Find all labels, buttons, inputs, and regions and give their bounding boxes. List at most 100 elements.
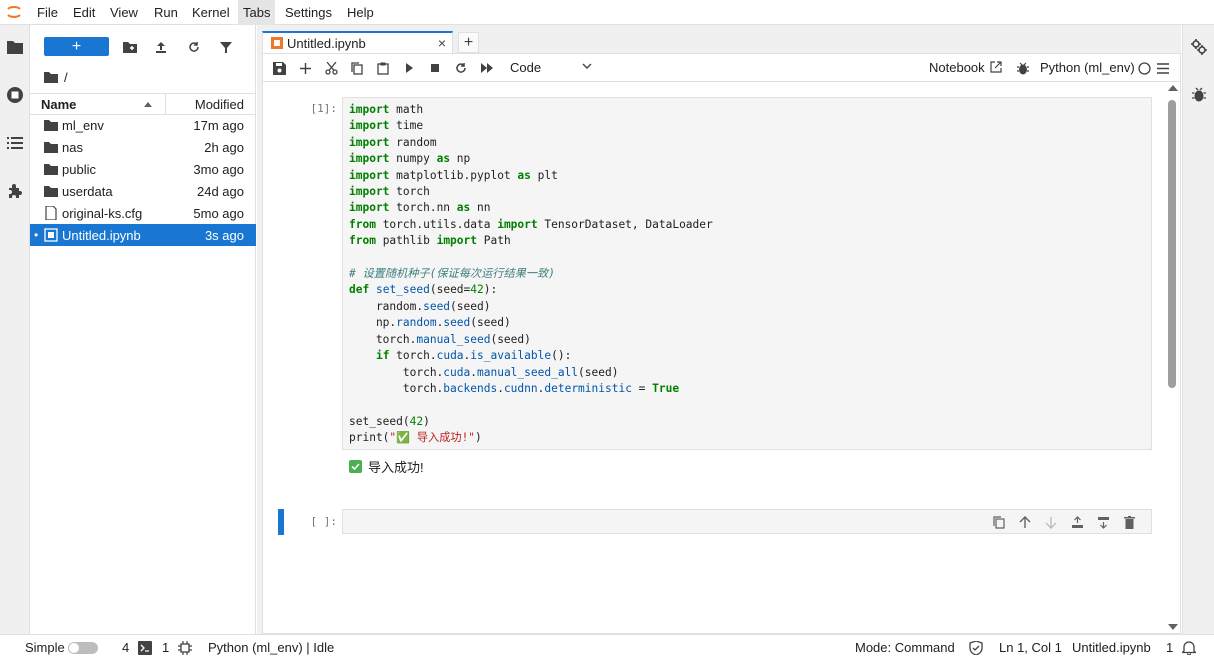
cell-toolbar [991, 514, 1137, 530]
menu-view[interactable]: View [105, 0, 143, 25]
move-down-icon[interactable] [1043, 514, 1059, 530]
menu-kernel[interactable]: Kernel [187, 0, 235, 25]
menu-file[interactable]: File [32, 0, 63, 25]
folder-icon [44, 120, 58, 131]
folder-icon [44, 186, 58, 197]
refresh-icon[interactable] [186, 39, 202, 55]
right-sidebar [1182, 25, 1214, 634]
notebook-icon [44, 228, 58, 242]
menu-edit[interactable]: Edit [68, 0, 100, 25]
paste-icon[interactable] [375, 60, 391, 76]
kernel-chip-icon[interactable] [178, 641, 192, 658]
restart-icon[interactable] [453, 60, 469, 76]
add-cell-icon[interactable] [297, 60, 313, 76]
upload-icon[interactable] [153, 39, 169, 55]
new-folder-icon[interactable] [122, 39, 138, 55]
close-icon[interactable]: × [438, 35, 446, 51]
property-inspector-icon[interactable] [1191, 39, 1207, 58]
file-modified: 17m ago [193, 118, 244, 133]
move-up-icon[interactable] [1017, 514, 1033, 530]
toggle-knob [69, 643, 79, 653]
folder-icon [44, 164, 58, 175]
cut-icon[interactable] [323, 60, 339, 76]
breadcrumb-path[interactable]: / [64, 70, 68, 85]
kernel-status[interactable]: Python (ml_env) | Idle [208, 640, 334, 655]
menu-bar: File Edit View Run Kernel Tabs Settings … [0, 0, 1214, 25]
new-launcher-button[interactable]: + [44, 37, 109, 56]
notebook-toolbar: Code Notebook Python (ml_env) [263, 54, 1180, 82]
run-icon[interactable] [401, 60, 417, 76]
terminal-icon[interactable] [138, 641, 152, 658]
scrollbar-thumb[interactable] [1168, 100, 1176, 388]
simple-mode-label: Simple [25, 640, 65, 655]
column-modified-header[interactable]: Modified [195, 97, 244, 112]
file-row[interactable]: ml_env 17m ago [30, 114, 256, 136]
insert-below-icon[interactable] [1095, 514, 1111, 530]
main-area: Untitled.ipynb × + Code Notebook Python … [257, 25, 1181, 634]
chevron-down-icon [582, 63, 592, 69]
running-indicator: • [34, 228, 39, 242]
debugger-icon[interactable] [1192, 87, 1206, 105]
scroll-down-icon[interactable] [1168, 623, 1178, 631]
notifications-count[interactable]: 1 [1166, 640, 1173, 655]
running-icon[interactable] [5, 85, 25, 105]
cell-prompt: [1]: [310, 102, 338, 115]
file-row[interactable]: userdata 24d ago [30, 180, 256, 202]
menu-settings[interactable]: Settings [280, 0, 337, 25]
new-tab-button[interactable]: + [458, 32, 479, 53]
kernels-count[interactable]: 1 [162, 640, 169, 655]
kernel-name[interactable]: Python (ml_env) [1040, 60, 1135, 75]
cell-output: 导入成功! [349, 457, 424, 476]
code-editor[interactable]: import math import time import random im… [342, 97, 1152, 450]
stop-icon[interactable] [427, 60, 443, 76]
cell-type-select[interactable]: Code [510, 59, 592, 77]
menu-help[interactable]: Help [342, 0, 379, 25]
file-modified: 24d ago [197, 184, 244, 199]
menu-icon[interactable] [1155, 60, 1171, 76]
tab-bar: Untitled.ipynb × + [262, 31, 1181, 54]
file-row-selected[interactable]: • Untitled.ipynb 3s ago [30, 224, 256, 246]
save-icon[interactable] [271, 60, 287, 76]
shield-icon[interactable] [969, 640, 983, 658]
left-sidebar [0, 25, 30, 634]
kernel-status-icon [1136, 60, 1152, 76]
external-link-icon [990, 61, 1002, 73]
delete-icon[interactable] [1121, 514, 1137, 530]
debugger-icon[interactable] [1015, 60, 1031, 76]
toc-icon[interactable] [5, 133, 25, 153]
folder-icon[interactable] [5, 37, 25, 57]
fast-forward-icon[interactable] [479, 60, 495, 76]
status-bar: Simple 4 1 Python (ml_env) | Idle Mode: … [0, 634, 1214, 659]
file-row[interactable]: original-ks.cfg 5mo ago [30, 202, 256, 224]
open-in-notebook-link[interactable]: Notebook [929, 60, 1002, 75]
file-icon [45, 206, 57, 220]
file-row[interactable]: nas 2h ago [30, 136, 256, 158]
insert-above-icon[interactable] [1069, 514, 1085, 530]
output-text: 导入成功! [368, 460, 424, 475]
breadcrumb: / [44, 69, 68, 85]
menu-tabs[interactable]: Tabs [238, 0, 276, 25]
file-list-header: Name Modified [30, 93, 256, 115]
folder-icon [44, 142, 58, 153]
filter-icon[interactable] [218, 39, 234, 55]
tab-untitled-notebook[interactable]: Untitled.ipynb × [262, 31, 453, 54]
mode-indicator: Mode: Command [855, 640, 955, 655]
tab-label: Untitled.ipynb [287, 36, 366, 51]
copy-icon[interactable] [349, 60, 365, 76]
scroll-up-icon[interactable] [1168, 84, 1178, 92]
jupyter-logo-icon [7, 6, 21, 18]
file-modified: 3mo ago [193, 162, 244, 177]
code-editor[interactable] [342, 509, 1152, 534]
duplicate-icon[interactable] [991, 514, 1007, 530]
code-cell-active[interactable]: [ ]: [263, 509, 1180, 535]
file-row[interactable]: public 3mo ago [30, 158, 256, 180]
extension-icon[interactable] [5, 181, 25, 201]
vertical-scrollbar[interactable] [1166, 84, 1180, 631]
folder-icon[interactable] [44, 71, 58, 83]
bell-icon[interactable] [1180, 640, 1198, 658]
cursor-position[interactable]: Ln 1, Col 1 [999, 640, 1062, 655]
simple-mode-toggle[interactable] [68, 642, 98, 654]
menu-run[interactable]: Run [149, 0, 183, 25]
terminals-count[interactable]: 4 [122, 640, 129, 655]
column-name-header[interactable]: Name [41, 97, 76, 112]
